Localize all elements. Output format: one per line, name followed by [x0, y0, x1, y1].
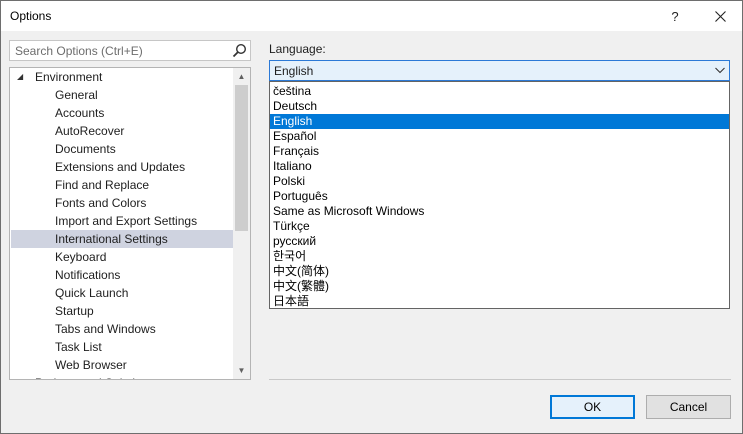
- language-option[interactable]: Português: [270, 189, 729, 204]
- tree-item[interactable]: Web Browser: [11, 356, 233, 374]
- language-option[interactable]: Deutsch: [270, 99, 729, 114]
- tree-item-label: Quick Launch: [55, 286, 129, 300]
- help-button[interactable]: ?: [655, 1, 695, 31]
- tree-scrollbar[interactable]: ▲ ▼: [233, 68, 250, 379]
- tree-item-label: Accounts: [55, 106, 105, 120]
- tree-item[interactable]: AutoRecover: [11, 122, 233, 140]
- tree-item[interactable]: Tabs and Windows: [11, 320, 233, 338]
- scroll-thumb[interactable]: [235, 85, 248, 231]
- tree-item[interactable]: Notifications: [11, 266, 233, 284]
- title-bar: Options ?: [1, 1, 742, 31]
- language-selected-value: English: [274, 64, 314, 78]
- language-option[interactable]: čeština: [270, 84, 729, 99]
- close-button[interactable]: [700, 1, 740, 31]
- tree-item-label: Tabs and Windows: [55, 322, 156, 336]
- options-dialog: Options ? Search Options (Ctrl+E) ◢ Envi…: [0, 0, 743, 434]
- tree-item[interactable]: Import and Export Settings: [11, 212, 233, 230]
- tree-item[interactable]: Fonts and Colors: [11, 194, 233, 212]
- tree-item[interactable]: Extensions and Updates: [11, 158, 233, 176]
- tree-item-label: Web Browser: [55, 358, 127, 372]
- dialog-title: Options: [10, 9, 52, 23]
- tree-item[interactable]: Find and Replace: [11, 176, 233, 194]
- search-input[interactable]: Search Options (Ctrl+E): [9, 40, 251, 61]
- tree-item-label: Notifications: [55, 268, 121, 282]
- tree-item[interactable]: Keyboard: [11, 248, 233, 266]
- language-option[interactable]: 中文(简体): [270, 264, 729, 279]
- tree-node-environment[interactable]: ◢ Environment: [11, 68, 233, 86]
- tree-item-label: Documents: [55, 142, 116, 156]
- language-option[interactable]: русский: [270, 234, 729, 249]
- language-option[interactable]: 日本語: [270, 294, 729, 309]
- tree-item[interactable]: Accounts: [11, 104, 233, 122]
- scroll-down-arrow-icon[interactable]: ▼: [233, 362, 250, 379]
- tree-node-label: Environment: [35, 70, 103, 84]
- search-icon[interactable]: [232, 43, 247, 58]
- search-placeholder: Search Options (Ctrl+E): [15, 44, 143, 58]
- chevron-down-icon[interactable]: [715, 67, 725, 74]
- tree-item[interactable]: Startup: [11, 302, 233, 320]
- language-option[interactable]: Same as Microsoft Windows: [270, 204, 729, 219]
- language-option[interactable]: 한국어: [270, 249, 729, 264]
- tree-item-label: Task List: [55, 340, 102, 354]
- tree-item[interactable]: International Settings: [11, 230, 233, 248]
- footer-divider: [269, 379, 731, 380]
- tree-item-label: International Settings: [55, 232, 168, 246]
- language-label: Language:: [269, 42, 326, 56]
- language-option[interactable]: Polski: [270, 174, 729, 189]
- tree-item[interactable]: General: [11, 86, 233, 104]
- tree-item[interactable]: Documents: [11, 140, 233, 158]
- tree-node-partial[interactable]: Projects and Solutions: [11, 374, 233, 379]
- tree-item-label: Extensions and Updates: [55, 160, 186, 174]
- tree-node-label: Projects and Solutions: [35, 374, 154, 379]
- language-option[interactable]: Türkçe: [270, 219, 729, 234]
- scroll-up-arrow-icon[interactable]: ▲: [233, 68, 250, 85]
- tree-item-label: General: [55, 88, 98, 102]
- options-tree[interactable]: ◢ Environment General Accounts AutoRecover…: [9, 67, 251, 380]
- tree-item-label: Import and Export Settings: [55, 214, 198, 228]
- language-dropdown-list[interactable]: čeština Deutsch English Español Français Ital…: [269, 81, 730, 309]
- tree-item-label: AutoRecover: [55, 124, 125, 138]
- language-option[interactable]: 中文(繁體): [270, 279, 729, 294]
- close-icon: [714, 10, 726, 22]
- language-option[interactable]: Français: [270, 144, 729, 159]
- tree-item-label: Fonts and Colors: [55, 196, 147, 210]
- cancel-button[interactable]: Cancel: [646, 395, 731, 419]
- collapse-caret-icon[interactable]: ◢: [17, 68, 23, 86]
- language-combobox[interactable]: English: [269, 60, 730, 81]
- tree-item-label: Find and Replace: [55, 178, 150, 192]
- language-option[interactable]: Italiano: [270, 159, 729, 174]
- tree-item[interactable]: Task List: [11, 338, 233, 356]
- language-option[interactable]: English: [270, 114, 729, 129]
- tree-item-label: Startup: [55, 304, 94, 318]
- language-option[interactable]: Español: [270, 129, 729, 144]
- ok-button[interactable]: OK: [550, 395, 635, 419]
- tree-item-label: Keyboard: [55, 250, 107, 264]
- tree-item[interactable]: Quick Launch: [11, 284, 233, 302]
